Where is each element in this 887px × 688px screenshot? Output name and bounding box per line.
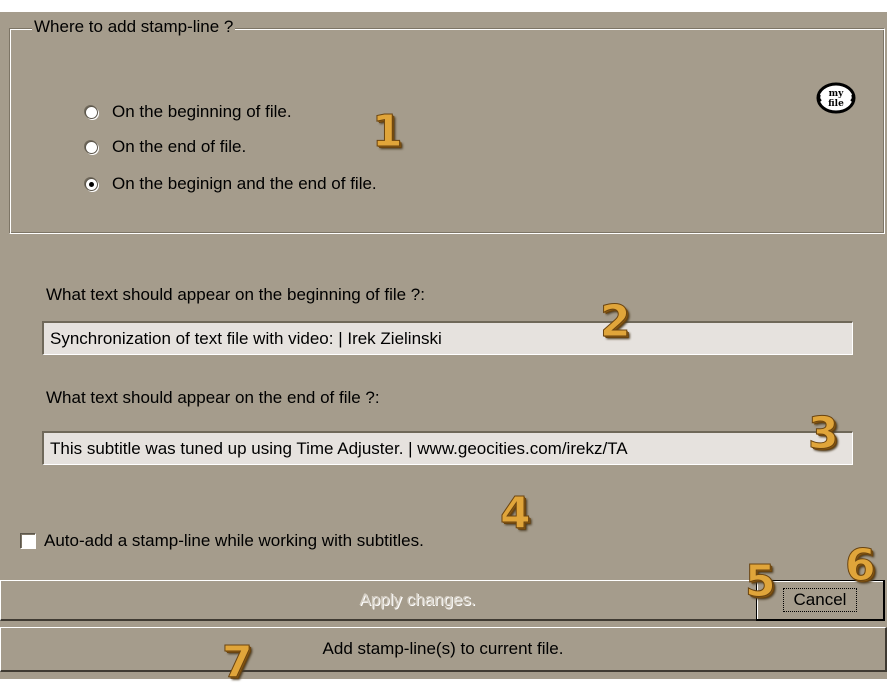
callout-2: 2 [600,296,632,347]
begin-text-label: What text should appear on the beginning… [46,285,425,304]
radio-end[interactable]: On the end of file. [85,135,246,159]
my-file-logo: my file [816,82,856,114]
add-stamp-line-button[interactable]: Add stamp-line(s) to current file. [0,627,887,672]
apply-changes-button[interactable]: Apply changes. [0,580,836,621]
radio-button[interactable] [85,140,98,154]
end-text-label: What text should appear on the end of fi… [46,388,380,407]
callout-3: 3 [808,408,840,459]
auto-add-label: Auto-add a stamp-line while working with… [44,531,424,550]
radio-beginning-and-end[interactable]: On the beginign and the end of file. [85,172,377,196]
end-text-field[interactable] [42,431,853,465]
radio-button[interactable] [85,105,98,119]
radio-dot [89,181,94,187]
svg-text:file: file [828,99,844,109]
callout-6: 6 [845,540,877,591]
callout-7: 7 [222,637,254,688]
radio-button-selected[interactable] [85,177,98,191]
stamp-position-group [9,28,885,234]
svg-text:my: my [829,89,845,99]
callout-4: 4 [500,488,532,539]
callout-5: 5 [745,556,777,607]
radio-label: On the beginign and the end of file. [112,174,377,193]
group-legend: Where to add stamp-line ? [32,17,236,37]
radio-label: On the end of file. [112,137,247,156]
radio-beginning[interactable]: On the beginning of file. [85,100,292,124]
begin-text-field[interactable] [42,321,853,355]
auto-add-checkbox-row[interactable]: Auto-add a stamp-line while working with… [20,526,424,556]
radio-label: On the beginning of file. [112,102,292,121]
auto-add-checkbox[interactable] [20,533,36,549]
callout-1: 1 [372,106,404,157]
cancel-label: Cancel [782,588,858,612]
